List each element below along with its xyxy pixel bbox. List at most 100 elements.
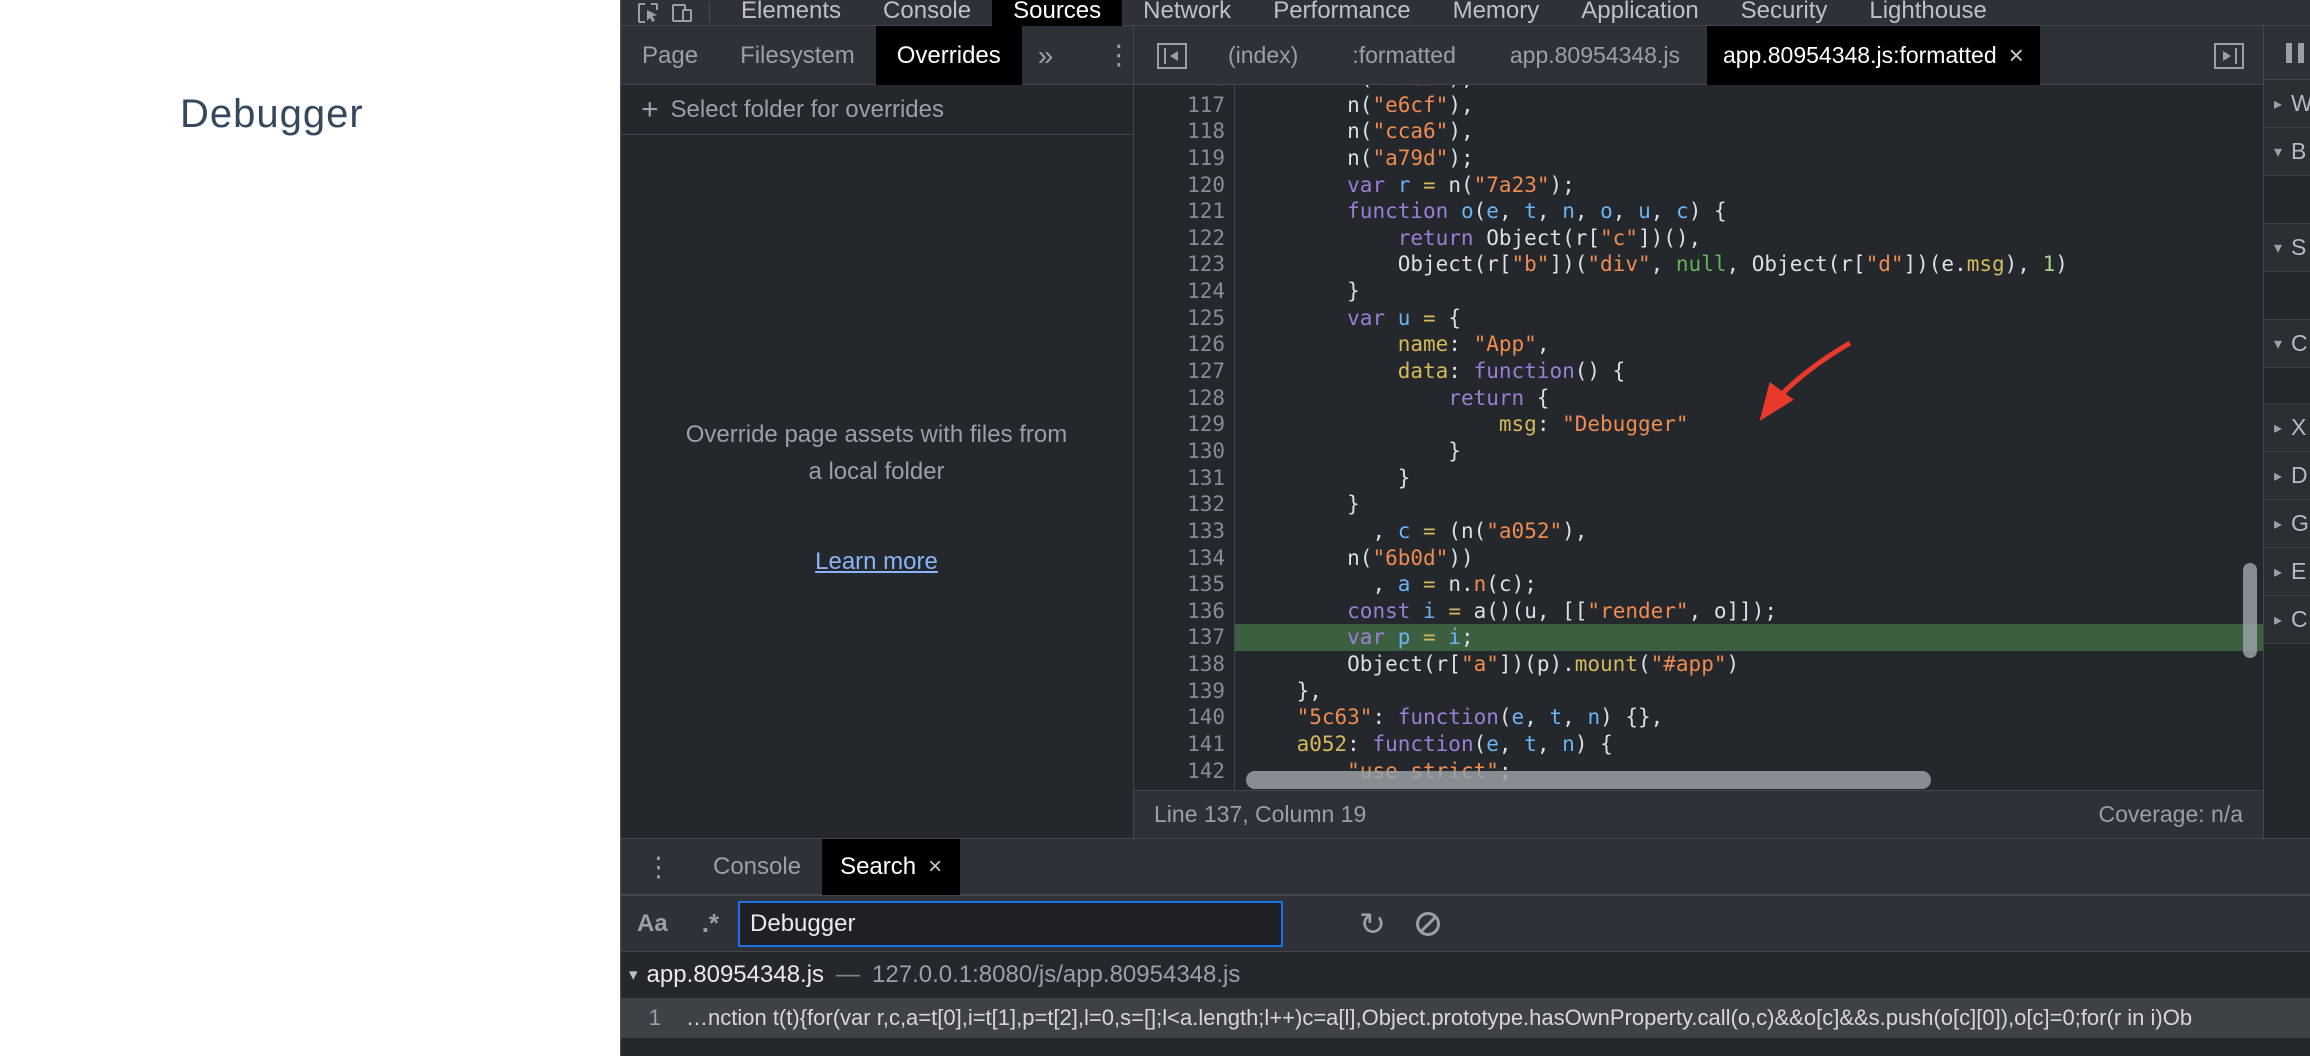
drawer-menu-icon[interactable]: ⋮ [645,852,672,883]
main-tab-application[interactable]: Application [1560,0,1719,26]
code-line-136[interactable]: 136 const i = a()(u, [["render", o]]); [1134,598,2263,625]
code-line-138[interactable]: 138 Object(r["a"])(p).mount("#app") [1134,651,2263,678]
sidebar-section-0[interactable]: ▸W [2264,80,2310,128]
drawer-tab-console[interactable]: Console [692,839,822,895]
main-tab-performance[interactable]: Performance [1252,0,1431,26]
match-case-toggle[interactable]: Aa [637,910,668,938]
file-tab-app-80954348-js[interactable]: app.80954348.js [1483,26,1707,85]
select-folder-button[interactable]: + Select folder for overrides [621,85,1133,135]
horizontal-scrollbar[interactable] [1246,771,1931,789]
sidebar-section-2[interactable]: ▾S [2264,224,2310,272]
code-line-125[interactable]: 125 var u = { [1134,305,2263,332]
main-tab-security[interactable]: Security [1720,0,1849,26]
code-line-124[interactable]: 124 } [1134,278,2263,305]
device-toolbar-icon[interactable] [665,0,699,26]
code-line-139[interactable]: 139 }, [1134,678,2263,705]
line-number[interactable]: 124 [1134,278,1234,305]
code-line-127[interactable]: 127 data: function() { [1134,358,2263,385]
line-number[interactable]: 132 [1134,491,1234,518]
code-line-134[interactable]: 134 n("6b0d")) [1134,545,2263,572]
code-line-120[interactable]: 120 var r = n("7a23"); [1134,172,2263,199]
code-line-123[interactable]: 123 Object(r["b"])("div", null, Object(r… [1134,251,2263,278]
navigator-tab-filesystem[interactable]: Filesystem [719,26,876,85]
pause-icon[interactable] [2286,43,2304,63]
main-tab-memory[interactable]: Memory [1432,0,1561,26]
code-line-131[interactable]: 131 } [1134,465,2263,492]
sidebar-section-4[interactable]: ▸X [2264,404,2310,452]
code-line-121[interactable]: 121 function o(e, t, n, o, u, c) { [1134,198,2263,225]
main-tab-network[interactable]: Network [1122,0,1252,26]
line-number[interactable]: 134 [1134,545,1234,572]
line-number[interactable]: 135 [1134,571,1234,598]
code-editor[interactable]: 116 n("e2ee"),117 n("e6cf"),118 n("cca6"… [1134,85,2263,790]
line-number[interactable]: 119 [1134,145,1234,172]
code-line-137[interactable]: 137 var p = i; [1134,624,2263,651]
line-number[interactable]: 117 [1134,92,1234,119]
search-input[interactable] [738,901,1283,947]
line-number[interactable]: 136 [1134,598,1234,625]
vertical-scrollbar[interactable] [2243,563,2257,658]
main-tab-console[interactable]: Console [862,0,992,26]
code-line-117[interactable]: 117 n("e6cf"), [1134,92,2263,119]
disclosure-triangle-icon[interactable]: ▾ [629,965,638,985]
search-result-file-row[interactable]: ▾ app.80954348.js — 127.0.0.1:8080/js/ap… [621,952,2310,998]
sidebar-section-3[interactable]: ▾C [2264,320,2310,368]
line-number[interactable]: 130 [1134,438,1234,465]
line-number[interactable]: 140 [1134,704,1234,731]
file-tab-formatted[interactable]: :formatted [1325,26,1483,85]
line-number[interactable]: 127 [1134,358,1234,385]
file-tab-index[interactable]: (index) [1201,26,1325,85]
sidebar-section-6[interactable]: ▸G [2264,500,2310,548]
code-line-122[interactable]: 122 return Object(r["c"])(), [1134,225,2263,252]
learn-more-link[interactable]: Learn more [815,543,938,580]
code-line-118[interactable]: 118 n("cca6"), [1134,118,2263,145]
navigator-menu-icon[interactable]: ⋮ [1105,40,1132,71]
search-match-row[interactable]: 1 …nction t(t){for(var r,c,a=t[0],i=t[1]… [621,998,2310,1038]
line-number[interactable]: 125 [1134,305,1234,332]
line-number[interactable]: 123 [1134,251,1234,278]
regex-toggle[interactable]: .* [702,908,719,939]
main-tab-elements[interactable]: Elements [720,0,862,26]
navigator-tab-overrides[interactable]: Overrides [876,26,1022,85]
sidebar-section-1[interactable]: ▾B [2264,128,2310,176]
line-number[interactable]: 120 [1134,172,1234,199]
line-number[interactable]: 138 [1134,651,1234,678]
code-line-119[interactable]: 119 n("a79d"); [1134,145,2263,172]
sidebar-section-8[interactable]: ▸C [2264,596,2310,644]
line-number[interactable]: 121 [1134,198,1234,225]
code-line-129[interactable]: 129 msg: "Debugger" [1134,411,2263,438]
line-number[interactable]: 137 [1134,624,1234,651]
close-icon[interactable]: × [2009,40,2024,71]
line-number[interactable]: 131 [1134,465,1234,492]
line-number[interactable]: 142 [1134,758,1234,785]
code-line-126[interactable]: 126 name: "App", [1134,331,2263,358]
line-number[interactable]: 128 [1134,385,1234,412]
refresh-icon[interactable]: ↻ [1359,908,1386,940]
code-line-141[interactable]: 141 a052: function(e, t, n) { [1134,731,2263,758]
code-line-130[interactable]: 130 } [1134,438,2263,465]
code-line-133[interactable]: 133 , c = (n("a052"), [1134,518,2263,545]
sidebar-section-5[interactable]: ▸D [2264,452,2310,500]
line-number[interactable]: 126 [1134,331,1234,358]
more-tabs-icon[interactable]: » [1038,40,1054,72]
line-number[interactable]: 118 [1134,118,1234,145]
code-line-135[interactable]: 135 , a = n.n(c); [1134,571,2263,598]
sidebar-section-7[interactable]: ▸E [2264,548,2310,596]
code-line-128[interactable]: 128 return { [1134,385,2263,412]
close-icon[interactable]: × [928,853,942,881]
line-number[interactable]: 129 [1134,411,1234,438]
line-number[interactable]: 133 [1134,518,1234,545]
file-tab-app-80954348-js-formatted[interactable]: app.80954348.js:formatted× [1707,26,2040,85]
line-number[interactable]: 122 [1134,225,1234,252]
drawer-tab-search[interactable]: Search× [822,839,960,895]
code-line-132[interactable]: 132 } [1134,491,2263,518]
main-tab-sources[interactable]: Sources [992,0,1122,26]
code-line-140[interactable]: 140 "5c63": function(e, t, n) {}, [1134,704,2263,731]
inspect-element-icon[interactable] [631,0,665,26]
line-number[interactable]: 141 [1134,731,1234,758]
navigator-tab-page[interactable]: Page [621,26,719,85]
line-number[interactable]: 116 [1134,85,1234,92]
toggle-navigator-icon[interactable] [1157,43,1187,69]
main-tab-lighthouse[interactable]: Lighthouse [1848,0,2007,26]
code-line-116[interactable]: 116 n("e2ee"), [1134,85,2263,92]
